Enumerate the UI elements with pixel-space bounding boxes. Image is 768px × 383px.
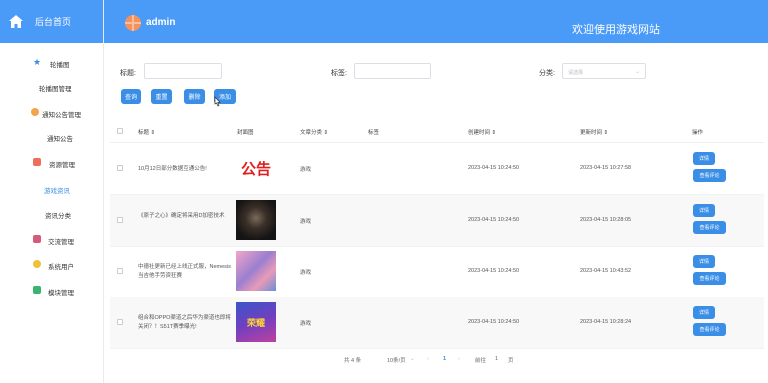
table-row: 《原子之心》确定将采用D加密技术游戏 2023-04-15 10:24:50 202… bbox=[110, 195, 764, 247]
detail-button[interactable]: 详情 bbox=[693, 306, 715, 319]
goto-label: 前往 bbox=[475, 358, 487, 364]
category-filter-label: 分类: bbox=[539, 70, 555, 77]
sidebar-item-label: 系统用户 bbox=[48, 264, 74, 271]
article-title: 组合和OPPO渠道之后华为渠道也即将关闭？！S51T赛季曝光! bbox=[138, 315, 231, 330]
table-row: 10月12日部分数据互通公告! 公告 游戏 2023-04-15 10:24:50 20… bbox=[110, 143, 764, 195]
cell-created: 2023-04-15 10:24:50 bbox=[468, 268, 520, 274]
table-row: 中德社更新已经上线正式服，Nemesis当吉他手劳资狂赛 游戏 2023-04-15… bbox=[110, 246, 764, 298]
article-title: 中德社更新已经上线正式服，Nemesis当吉他手劳资狂赛 bbox=[138, 264, 231, 279]
cell-created: 2023-04-15 10:24:50 bbox=[468, 319, 520, 325]
article-title: 10月12日部分数据互通公告! bbox=[138, 166, 207, 172]
cell-category: 游戏 bbox=[300, 270, 312, 276]
delete-button[interactable]: 删除 bbox=[184, 89, 205, 104]
chevron-down-icon: ⌄ bbox=[410, 356, 415, 362]
sidebar-item-label: 轮播图管理 bbox=[39, 86, 72, 93]
cover-image: 荣耀 bbox=[236, 302, 276, 342]
view-comments-button[interactable]: 查看评论 bbox=[693, 169, 726, 182]
cell-category: 游戏 bbox=[300, 321, 312, 327]
cover-image bbox=[236, 200, 276, 240]
sidebar: 后台首页 ★ 轮播图轮播图管理通知公告管理 通知公告资源管理游戏资讯资讯分类交流管理… bbox=[0, 0, 104, 383]
sidebar-item-label: 资讯分类 bbox=[45, 213, 71, 220]
title-filter-input[interactable] bbox=[144, 63, 222, 79]
pagination-total: 共 4 条 bbox=[344, 358, 362, 364]
cell-updated: 2023-04-15 10:28:05 bbox=[580, 217, 632, 223]
top-bar: admin 欢迎使用游戏网站 bbox=[104, 0, 768, 43]
column-header[interactable]: 更新时间 ⇕ bbox=[580, 128, 608, 136]
column-header[interactable]: 封面图 bbox=[237, 128, 254, 136]
cursor-icon bbox=[214, 96, 221, 107]
column-header[interactable]: 文章分类 ⇕ bbox=[300, 128, 328, 136]
tag-filter-label: 标签: bbox=[331, 70, 347, 77]
column-header[interactable]: 标题 ⇕ bbox=[138, 128, 155, 136]
detail-button[interactable]: 详情 bbox=[693, 152, 715, 165]
row-checkbox[interactable] bbox=[117, 319, 123, 325]
sidebar-home[interactable]: 后台首页 bbox=[0, 0, 103, 43]
sidebar-item-label: 资源管理 bbox=[49, 162, 75, 169]
star-icon: ★ bbox=[33, 57, 42, 67]
user-icon bbox=[33, 260, 41, 268]
page-size-select[interactable]: 10条/页 bbox=[387, 356, 406, 364]
grid-icon bbox=[33, 158, 41, 166]
cell-updated: 2023-04-15 10:27:58 bbox=[580, 165, 632, 171]
detail-button[interactable]: 详情 bbox=[693, 255, 715, 268]
user-name: admin bbox=[146, 17, 176, 28]
sidebar-item-label: 模块管理 bbox=[48, 290, 74, 297]
reset-button[interactable]: 重置 bbox=[151, 89, 172, 104]
query-button[interactable]: 查询 bbox=[121, 89, 141, 104]
category-select[interactable]: 请选择 ⌄ bbox=[562, 63, 646, 79]
sidebar-item-label: 轮播图 bbox=[50, 62, 70, 69]
cover-image bbox=[236, 251, 276, 291]
cell-created: 2023-04-15 10:24:50 bbox=[468, 165, 520, 171]
cell-updated: 2023-04-15 10:28:24 bbox=[580, 319, 632, 325]
row-checkbox[interactable] bbox=[117, 165, 123, 171]
view-comments-button[interactable]: 查看评论 bbox=[693, 323, 726, 336]
sidebar-home-label: 后台首页 bbox=[35, 17, 72, 27]
detail-button[interactable]: 详情 bbox=[693, 204, 715, 217]
row-checkbox[interactable] bbox=[117, 217, 123, 223]
cover-image: 公告 bbox=[236, 148, 276, 188]
avatar bbox=[125, 15, 141, 31]
column-header[interactable]: 操作 bbox=[692, 128, 703, 136]
column-header[interactable]: 创建时间 ⇕ bbox=[468, 128, 496, 136]
article-title: 《原子之心》确定将采用D加密技术 bbox=[138, 213, 225, 219]
view-comments-button[interactable]: 查看评论 bbox=[693, 221, 726, 234]
chevron-down-icon: ⌄ bbox=[634, 69, 640, 75]
goto-page-input[interactable]: 1 bbox=[495, 356, 498, 362]
view-comments-button[interactable]: 查看评论 bbox=[693, 272, 726, 285]
select-all-checkbox[interactable] bbox=[117, 128, 123, 134]
cell-updated: 2023-04-15 10:43:52 bbox=[580, 268, 632, 274]
sidebar-item-label: 通知公告 bbox=[47, 136, 73, 143]
cell-category: 游戏 bbox=[300, 219, 312, 225]
cell-created: 2023-04-15 10:24:50 bbox=[468, 217, 520, 223]
sidebar-item-label: 交流管理 bbox=[48, 239, 74, 246]
tag-filter-input[interactable] bbox=[354, 63, 431, 79]
sidebar-item-label: 游戏资讯 bbox=[44, 188, 70, 195]
cell-category: 游戏 bbox=[300, 167, 312, 173]
title-filter-label: 标题: bbox=[120, 70, 136, 77]
table-row: 组合和OPPO渠道之后华为渠道也即将关闭？！S51T赛季曝光! 荣耀 游戏 2023-… bbox=[110, 297, 764, 349]
page-unit-label: 页 bbox=[508, 358, 514, 364]
module-icon bbox=[33, 286, 41, 294]
current-page[interactable]: 1 bbox=[443, 356, 446, 362]
table-header: 标题 ⇕ 封面图 文章分类 ⇕ 标签 创建时间 ⇕ 更新时间 ⇕ 操作 bbox=[110, 119, 764, 143]
row-checkbox[interactable] bbox=[117, 268, 123, 274]
next-page-button[interactable]: › bbox=[458, 356, 460, 362]
chat-icon bbox=[33, 235, 41, 243]
category-select-placeholder: 请选择 bbox=[568, 70, 584, 76]
gear-icon bbox=[31, 108, 39, 116]
welcome-title: 欢迎使用游戏网站 bbox=[572, 24, 660, 36]
prev-page-button[interactable]: ‹ bbox=[427, 356, 429, 362]
column-header[interactable]: 标签 bbox=[368, 128, 379, 136]
home-icon bbox=[8, 14, 24, 30]
sidebar-item-label: 通知公告管理 bbox=[42, 112, 81, 119]
